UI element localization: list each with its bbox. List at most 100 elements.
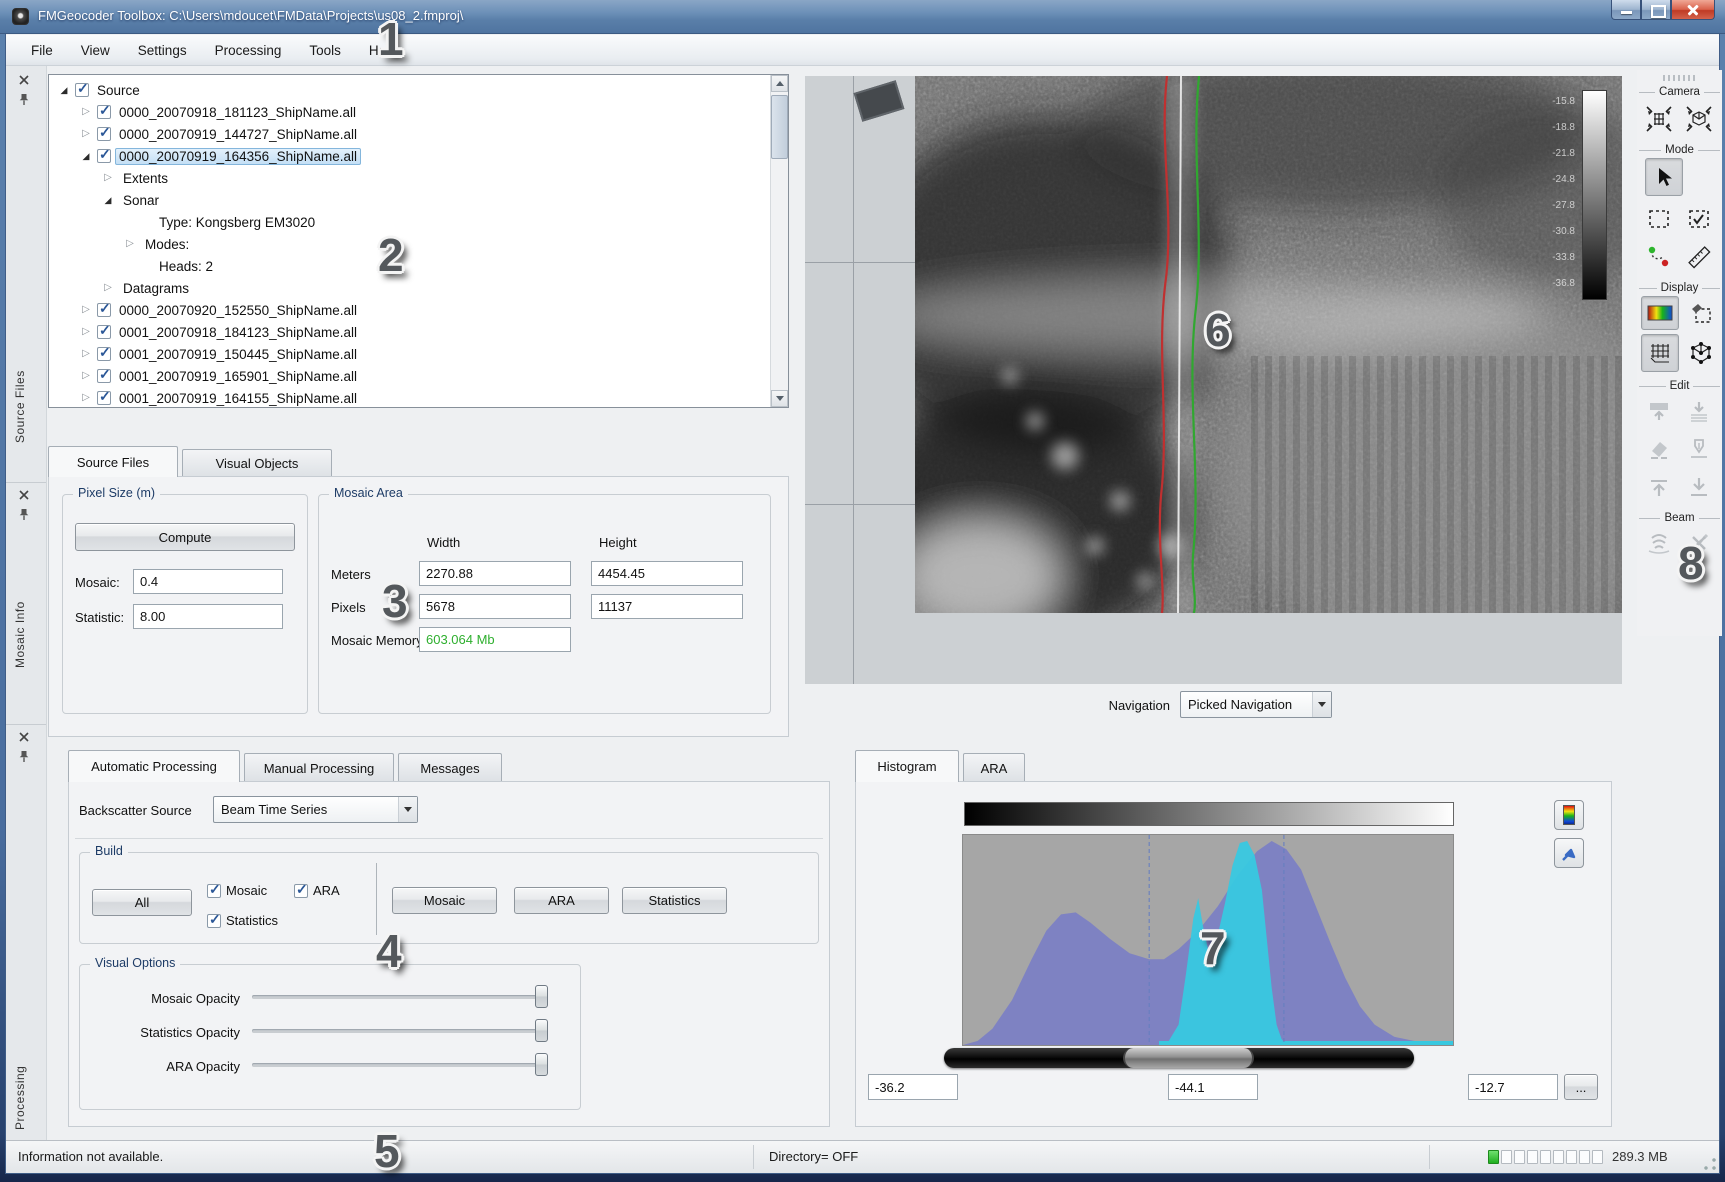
checkbox[interactable]: [97, 391, 111, 405]
mosaic-checkbox[interactable]: [207, 884, 221, 898]
tree-item-label[interactable]: 0000_20070920_152550_ShipName.all: [115, 302, 361, 319]
resize-grip[interactable]: [1703, 1157, 1717, 1171]
expander-icon[interactable]: [101, 193, 115, 208]
tab-ara[interactable]: ARA: [963, 753, 1025, 782]
title-bar[interactable]: FMGeocoder Toolbox: C:\Users\mdoucet\FMD…: [0, 0, 1725, 34]
expander-icon[interactable]: [101, 171, 115, 185]
toolbar-grip[interactable]: [1663, 75, 1697, 81]
build-mosaic-button[interactable]: Mosaic: [392, 887, 497, 914]
scroll-down-button[interactable]: [771, 390, 788, 407]
vertex-display-button[interactable]: [1683, 334, 1719, 372]
ara-opacity-slider[interactable]: [252, 1053, 548, 1077]
tab-automatic-processing[interactable]: Automatic Processing: [68, 750, 240, 782]
range-max-field[interactable]: -12.7: [1468, 1074, 1558, 1100]
statistics-checkbox[interactable]: [207, 914, 221, 928]
expander-icon[interactable]: [79, 149, 93, 164]
checkbox[interactable]: [97, 303, 111, 317]
tab-messages[interactable]: Messages: [398, 753, 502, 782]
pick-path-button[interactable]: [1641, 240, 1677, 274]
checkbox[interactable]: [97, 347, 111, 361]
close-button[interactable]: [1671, 0, 1715, 20]
slider-thumb[interactable]: [535, 985, 548, 1008]
dock-label-mosaic-info[interactable]: Mosaic Info: [13, 548, 43, 668]
pixels-width-field[interactable]: 5678: [419, 594, 571, 619]
expander-icon[interactable]: [79, 325, 93, 339]
mosaic-pixel-size-field[interactable]: 0.4: [133, 569, 283, 594]
compute-button[interactable]: Compute: [75, 523, 295, 551]
mosaic-opacity-slider[interactable]: [252, 985, 548, 1009]
close-icon[interactable]: [18, 489, 32, 503]
build-all-button[interactable]: All: [92, 889, 192, 916]
tree-item-label[interactable]: 0000_20070918_181123_ShipName.all: [115, 104, 360, 121]
tree-item-label[interactable]: Sonar: [119, 192, 163, 209]
slider-thumb[interactable]: [535, 1019, 548, 1042]
measure-button[interactable]: [1681, 240, 1717, 274]
meters-height-field[interactable]: 4454.45: [591, 561, 743, 586]
dock-label-processing[interactable]: Processing: [13, 1000, 43, 1130]
tree-item-label[interactable]: Datagrams: [119, 280, 193, 297]
expander-icon[interactable]: [79, 347, 93, 361]
meters-width-field[interactable]: 2270.88: [419, 561, 571, 586]
pin-icon[interactable]: [18, 93, 32, 107]
range-slider-middle-handle[interactable]: [1123, 1048, 1255, 1068]
colormap-button[interactable]: [1554, 800, 1584, 830]
tree-item-label[interactable]: 0001_20070919_164155_ShipName.all: [115, 390, 361, 407]
range-slider[interactable]: [944, 1048, 1414, 1068]
tab-source-files[interactable]: Source Files: [48, 446, 178, 477]
menu-settings[interactable]: Settings: [125, 39, 200, 62]
checkbox[interactable]: [97, 127, 111, 141]
expander-icon[interactable]: [101, 281, 115, 295]
expander-icon[interactable]: [79, 127, 93, 141]
pin-icon[interactable]: [18, 508, 32, 522]
tree-item-label[interactable]: Source: [93, 82, 144, 99]
tree-item-label[interactable]: 0001_20070919_165901_ShipName.all: [115, 368, 361, 385]
camera-fit-cube-button[interactable]: [1681, 102, 1717, 136]
tree-item-label-selected[interactable]: 0000_20070919_164356_ShipName.all: [115, 148, 361, 165]
tree-item-label[interactable]: 0000_20070919_144727_ShipName.all: [115, 126, 361, 143]
colormap-display-button[interactable]: [1641, 296, 1679, 330]
build-ara-button[interactable]: ARA: [514, 887, 609, 914]
maximize-button[interactable]: [1641, 0, 1671, 20]
range-min-field[interactable]: -36.2: [868, 1074, 958, 1100]
erase-selection-button[interactable]: [1683, 296, 1719, 330]
checkbox[interactable]: [97, 325, 111, 339]
statistics-opacity-slider[interactable]: [252, 1019, 548, 1043]
more-options-button[interactable]: ...: [1564, 1074, 1598, 1100]
tree-item-label[interactable]: 0001_20070919_150445_ShipName.all: [115, 346, 361, 363]
tree-item-label[interactable]: Heads: 2: [155, 258, 217, 275]
expander-icon[interactable]: [79, 391, 93, 405]
menu-processing[interactable]: Processing: [202, 39, 295, 62]
ara-checkbox[interactable]: [294, 884, 308, 898]
menu-view[interactable]: View: [68, 39, 123, 62]
tree-item-label[interactable]: Extents: [119, 170, 172, 187]
tab-histogram[interactable]: Histogram: [855, 750, 959, 782]
tree-item-label[interactable]: Modes:: [141, 236, 193, 253]
tab-manual-processing[interactable]: Manual Processing: [244, 753, 394, 782]
scroll-up-button[interactable]: [771, 75, 788, 92]
checkbox[interactable]: [75, 83, 89, 97]
tree-item-label[interactable]: Type: Kongsberg EM3020: [155, 214, 319, 231]
select-confirm-button[interactable]: [1681, 202, 1717, 236]
menu-tools[interactable]: Tools: [296, 39, 354, 62]
tab-visual-objects[interactable]: Visual Objects: [182, 449, 332, 477]
build-statistics-button[interactable]: Statistics: [622, 887, 727, 914]
pixels-height-field[interactable]: 11137: [591, 594, 743, 619]
pointer-mode-button[interactable]: [1645, 158, 1683, 196]
expander-icon[interactable]: [79, 105, 93, 119]
pick-range-button[interactable]: [1554, 838, 1584, 868]
close-icon[interactable]: [18, 731, 32, 745]
mesh-display-button[interactable]: [1641, 334, 1679, 372]
menu-file[interactable]: File: [18, 39, 66, 62]
range-mid-field[interactable]: -44.1: [1168, 1074, 1258, 1100]
minimize-button[interactable]: [1611, 0, 1641, 20]
camera-fit-grid-button[interactable]: [1641, 102, 1677, 136]
navigation-combo[interactable]: Picked Navigation: [1180, 691, 1332, 718]
dock-label-source-files[interactable]: Source Files: [13, 298, 43, 443]
expander-icon[interactable]: [79, 369, 93, 383]
slider-thumb[interactable]: [535, 1053, 548, 1076]
expander-icon[interactable]: [57, 83, 71, 98]
tree-scrollbar[interactable]: [770, 75, 788, 407]
checkbox[interactable]: [97, 369, 111, 383]
statistic-pixel-size-field[interactable]: 8.00: [133, 604, 283, 629]
backscatter-source-combo[interactable]: Beam Time Series: [213, 796, 418, 823]
